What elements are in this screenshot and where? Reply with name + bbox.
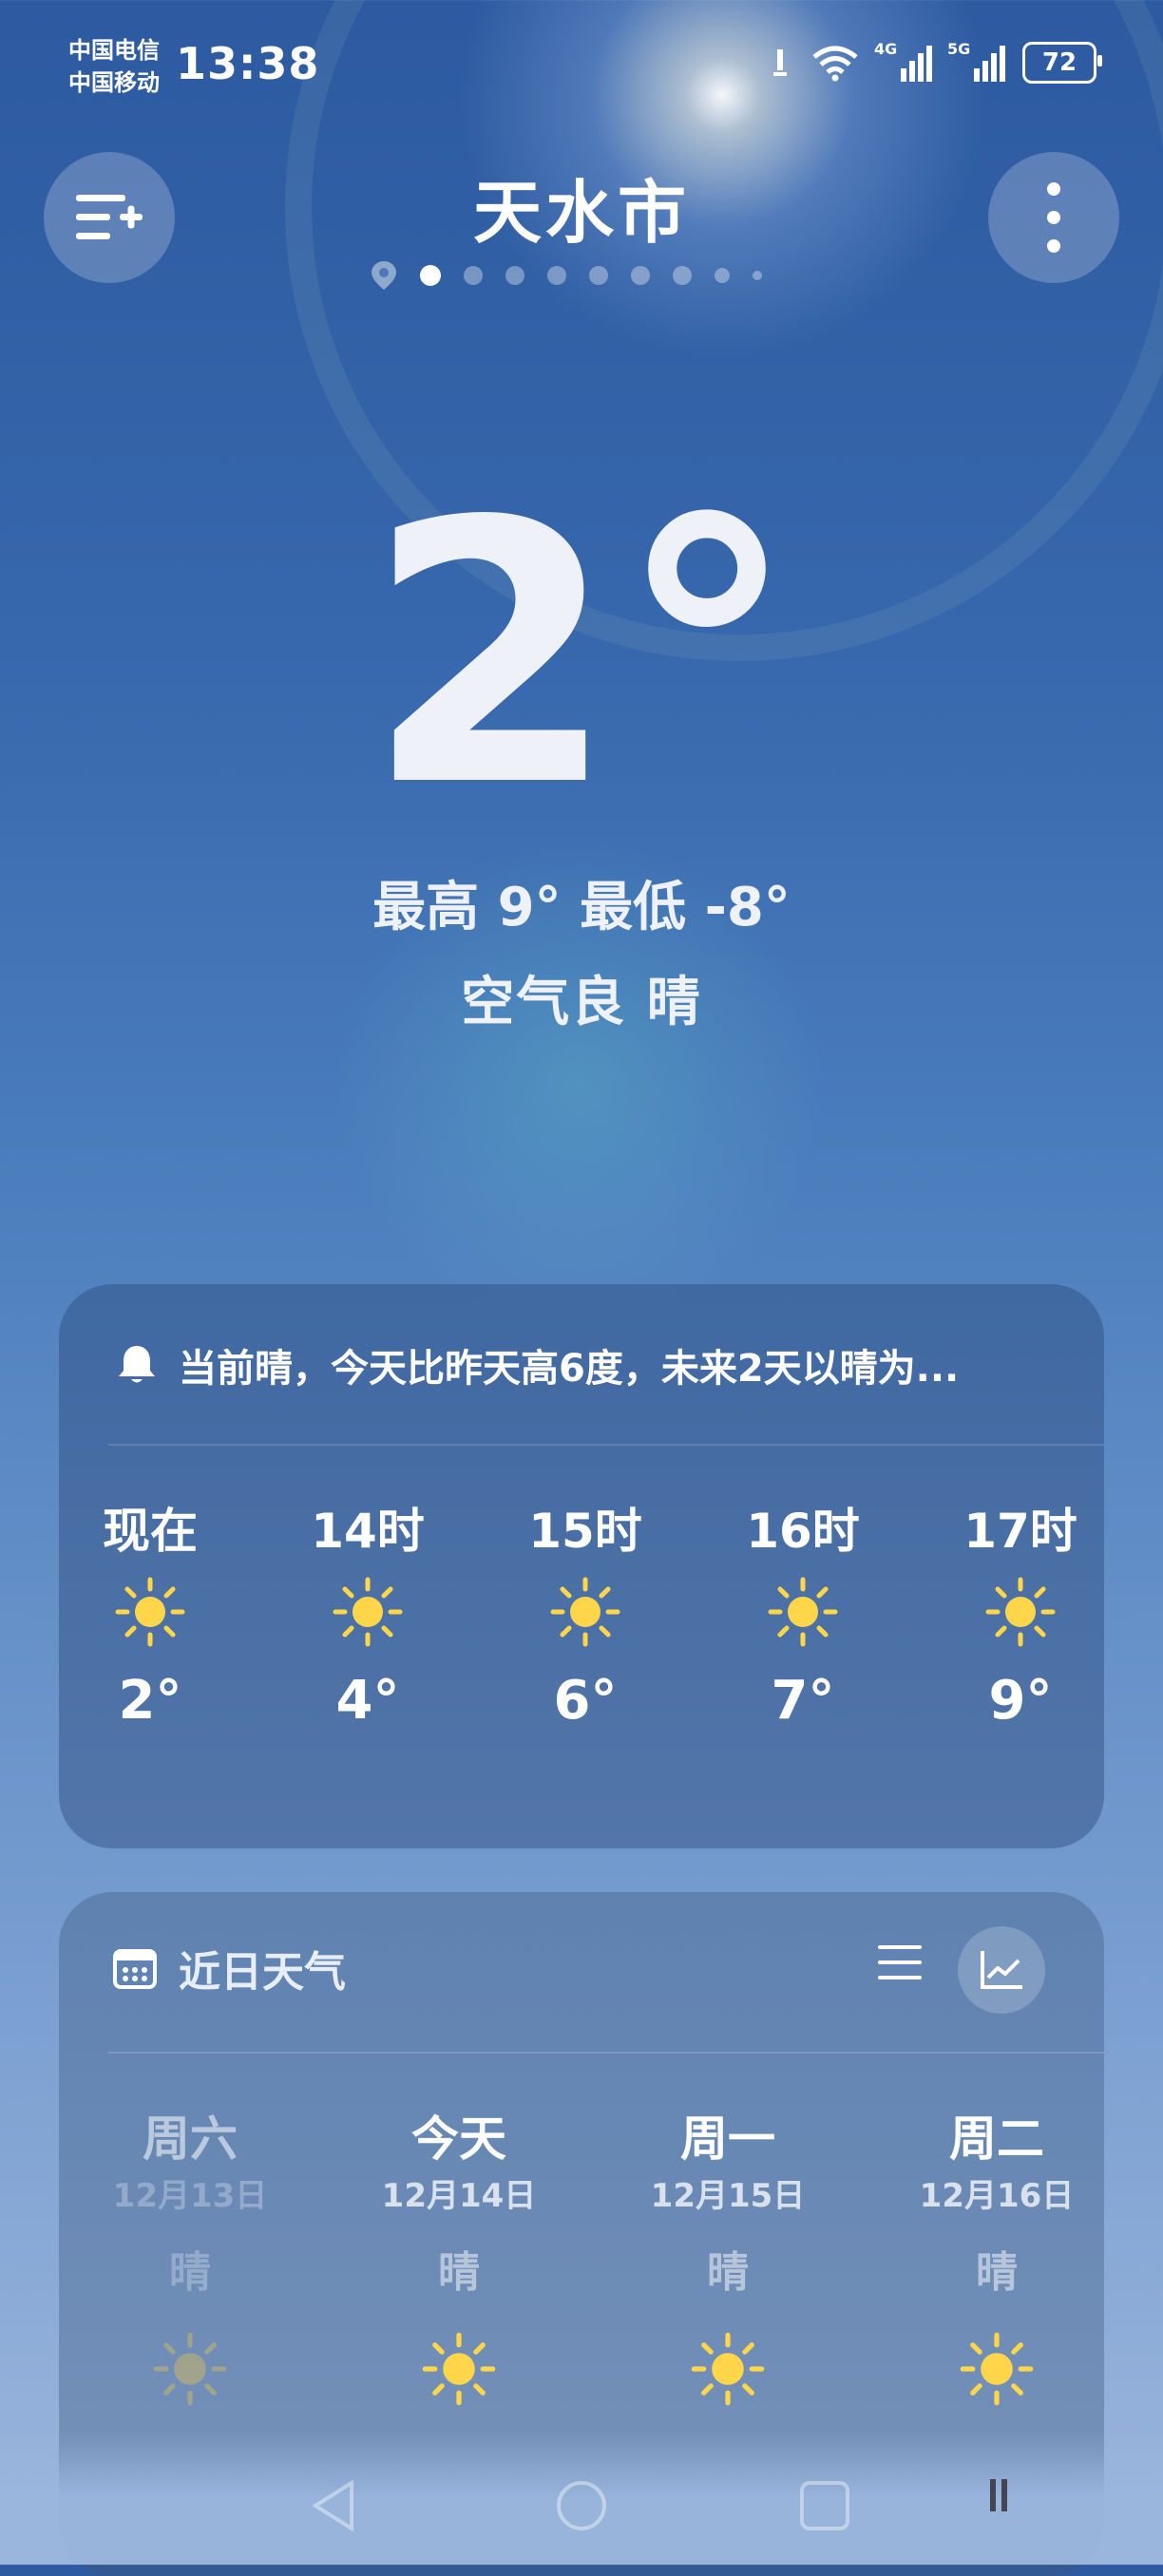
hour-icon-wrap bbox=[292, 1560, 444, 1664]
list-view-button[interactable] bbox=[871, 1934, 928, 1991]
day-condition: 晴 bbox=[169, 2248, 211, 2297]
sun-icon bbox=[115, 1577, 185, 1647]
recents-nav-icon[interactable] bbox=[798, 2479, 851, 2532]
day-condition: 晴 bbox=[976, 2248, 1018, 2297]
sun-icon bbox=[985, 1577, 1056, 1647]
hourly-list[interactable]: 现在 2° 14时 4° 15时 6° 16时 7° 17时 9° bbox=[59, 1493, 1104, 1807]
pause-icon[interactable] bbox=[988, 2477, 1011, 2515]
hour-label: 17时 bbox=[963, 1504, 1077, 1559]
air-quality-condition[interactable]: 空气良 晴 bbox=[0, 959, 1163, 1036]
day-condition: 晴 bbox=[707, 2248, 749, 2297]
hour-label: 现在 bbox=[103, 1504, 198, 1559]
sun-icon bbox=[960, 2332, 1034, 2406]
hour-label: 14时 bbox=[311, 1504, 425, 1559]
sun-icon bbox=[550, 1577, 620, 1647]
location-pin-icon bbox=[372, 261, 396, 290]
daily-item[interactable]: 周六 12月13日晴 bbox=[95, 2101, 285, 2409]
day-condition: 晴 bbox=[438, 2248, 480, 2297]
day-date: 12月14日 bbox=[381, 2177, 537, 2215]
sun-icon bbox=[768, 1577, 838, 1647]
current-temperature: 2° bbox=[365, 445, 798, 865]
divider bbox=[108, 2052, 1104, 2054]
daily-title: 近日天气 bbox=[112, 1938, 346, 1998]
high-low-temperature: 最高 9° 最低 -8° bbox=[372, 877, 791, 938]
hour-icon-wrap bbox=[944, 1560, 1096, 1664]
wifi-icon bbox=[812, 46, 858, 82]
page-dot[interactable] bbox=[631, 266, 650, 285]
day-icon-wrap bbox=[633, 2329, 823, 2409]
day-name: 周二 bbox=[949, 2112, 1044, 2167]
daily-title-label: 近日天气 bbox=[179, 1948, 346, 1997]
hour-temperature: 6° bbox=[553, 1670, 618, 1732]
day-icon-wrap bbox=[364, 2329, 554, 2409]
network-type-1: 4G bbox=[874, 40, 898, 58]
day-name: 周一 bbox=[680, 2112, 775, 2167]
page-dot[interactable] bbox=[673, 266, 692, 285]
hour-icon-wrap bbox=[727, 1560, 879, 1664]
battery-level: 72 bbox=[1041, 48, 1077, 77]
day-name: 周六 bbox=[143, 2112, 238, 2167]
home-nav-icon[interactable] bbox=[555, 2479, 608, 2532]
page-indicator[interactable] bbox=[371, 260, 762, 291]
alarm-icon bbox=[773, 49, 787, 76]
hour-temperature: 9° bbox=[988, 1670, 1053, 1732]
status-time: 13:38 bbox=[176, 38, 320, 89]
page-dot[interactable] bbox=[715, 268, 730, 283]
hourly-item[interactable]: 现在 2° bbox=[74, 1493, 226, 1732]
status-icons: 4G 5G 72 bbox=[766, 40, 1102, 84]
day-icon-wrap bbox=[95, 2329, 285, 2409]
sun-icon bbox=[691, 2332, 765, 2406]
hourly-item[interactable]: 15时 6° bbox=[509, 1493, 661, 1732]
sun-icon bbox=[333, 1577, 403, 1647]
carrier-2: 中国移动 bbox=[68, 69, 160, 96]
signal-icon-1: 4G bbox=[874, 40, 932, 82]
sun-icon bbox=[153, 2332, 227, 2406]
page-dot[interactable] bbox=[464, 266, 483, 285]
divider bbox=[108, 1444, 1104, 1446]
hourly-item[interactable]: 17时 9° bbox=[944, 1493, 1096, 1732]
more-vertical-icon bbox=[1047, 182, 1060, 253]
chart-view-button[interactable] bbox=[958, 1926, 1045, 2014]
page-dot[interactable] bbox=[589, 266, 608, 285]
carrier-labels: 中国电信 中国移动 bbox=[68, 34, 160, 99]
page-dot[interactable] bbox=[547, 266, 566, 285]
back-nav-icon[interactable] bbox=[310, 2479, 357, 2532]
weather-alert[interactable]: 当前晴，今天比昨天高6度，未来2天以晴为... bbox=[114, 1337, 1055, 1392]
calendar-icon bbox=[113, 1949, 157, 1989]
hour-temperature: 2° bbox=[118, 1670, 182, 1732]
hour-label: 16时 bbox=[746, 1504, 860, 1559]
day-date: 12月16日 bbox=[919, 2177, 1075, 2215]
carrier-1: 中国电信 bbox=[68, 37, 160, 64]
network-type-2: 5G bbox=[947, 40, 971, 58]
battery-icon: 72 bbox=[1022, 42, 1102, 84]
page-dot[interactable] bbox=[505, 266, 524, 285]
hourly-item[interactable]: 14时 4° bbox=[292, 1493, 444, 1732]
hour-icon-wrap bbox=[509, 1560, 661, 1664]
day-date: 12月13日 bbox=[112, 2177, 268, 2215]
hour-temperature: 4° bbox=[335, 1670, 400, 1732]
system-nav-bar bbox=[0, 2460, 1163, 2546]
daily-item[interactable]: 今天 12月14日晴 bbox=[364, 2101, 554, 2409]
page-dot[interactable] bbox=[753, 271, 762, 280]
list-icon bbox=[878, 1945, 922, 1979]
line-chart-icon bbox=[981, 1951, 1022, 1989]
day-icon-wrap bbox=[902, 2329, 1092, 2409]
page-dot[interactable] bbox=[420, 265, 441, 286]
hour-label: 15时 bbox=[528, 1504, 642, 1559]
hourly-forecast-card[interactable]: 当前晴，今天比昨天高6度，未来2天以晴为... 现在 2° 14时 4° 15时 6° 16… bbox=[59, 1284, 1104, 1848]
daily-item[interactable]: 周一 12月15日晴 bbox=[633, 2101, 823, 2409]
day-date: 12月15日 bbox=[650, 2177, 806, 2215]
daily-item[interactable]: 周二 12月16日晴 bbox=[902, 2101, 1092, 2409]
bell-icon bbox=[119, 1346, 155, 1383]
alert-text: 当前晴，今天比昨天高6度，未来2天以晴为... bbox=[179, 1347, 960, 1391]
day-name: 今天 bbox=[411, 2112, 506, 2167]
sun-icon bbox=[422, 2332, 496, 2406]
hour-temperature: 7° bbox=[771, 1670, 835, 1732]
status-bar: 中国电信 中国移动 13:38 4G 5G 72 bbox=[0, 0, 1163, 123]
hourly-item[interactable]: 16时 7° bbox=[727, 1493, 879, 1732]
hour-icon-wrap bbox=[74, 1560, 226, 1664]
more-options-button[interactable] bbox=[988, 152, 1119, 283]
signal-icon-2: 5G bbox=[947, 40, 1005, 82]
